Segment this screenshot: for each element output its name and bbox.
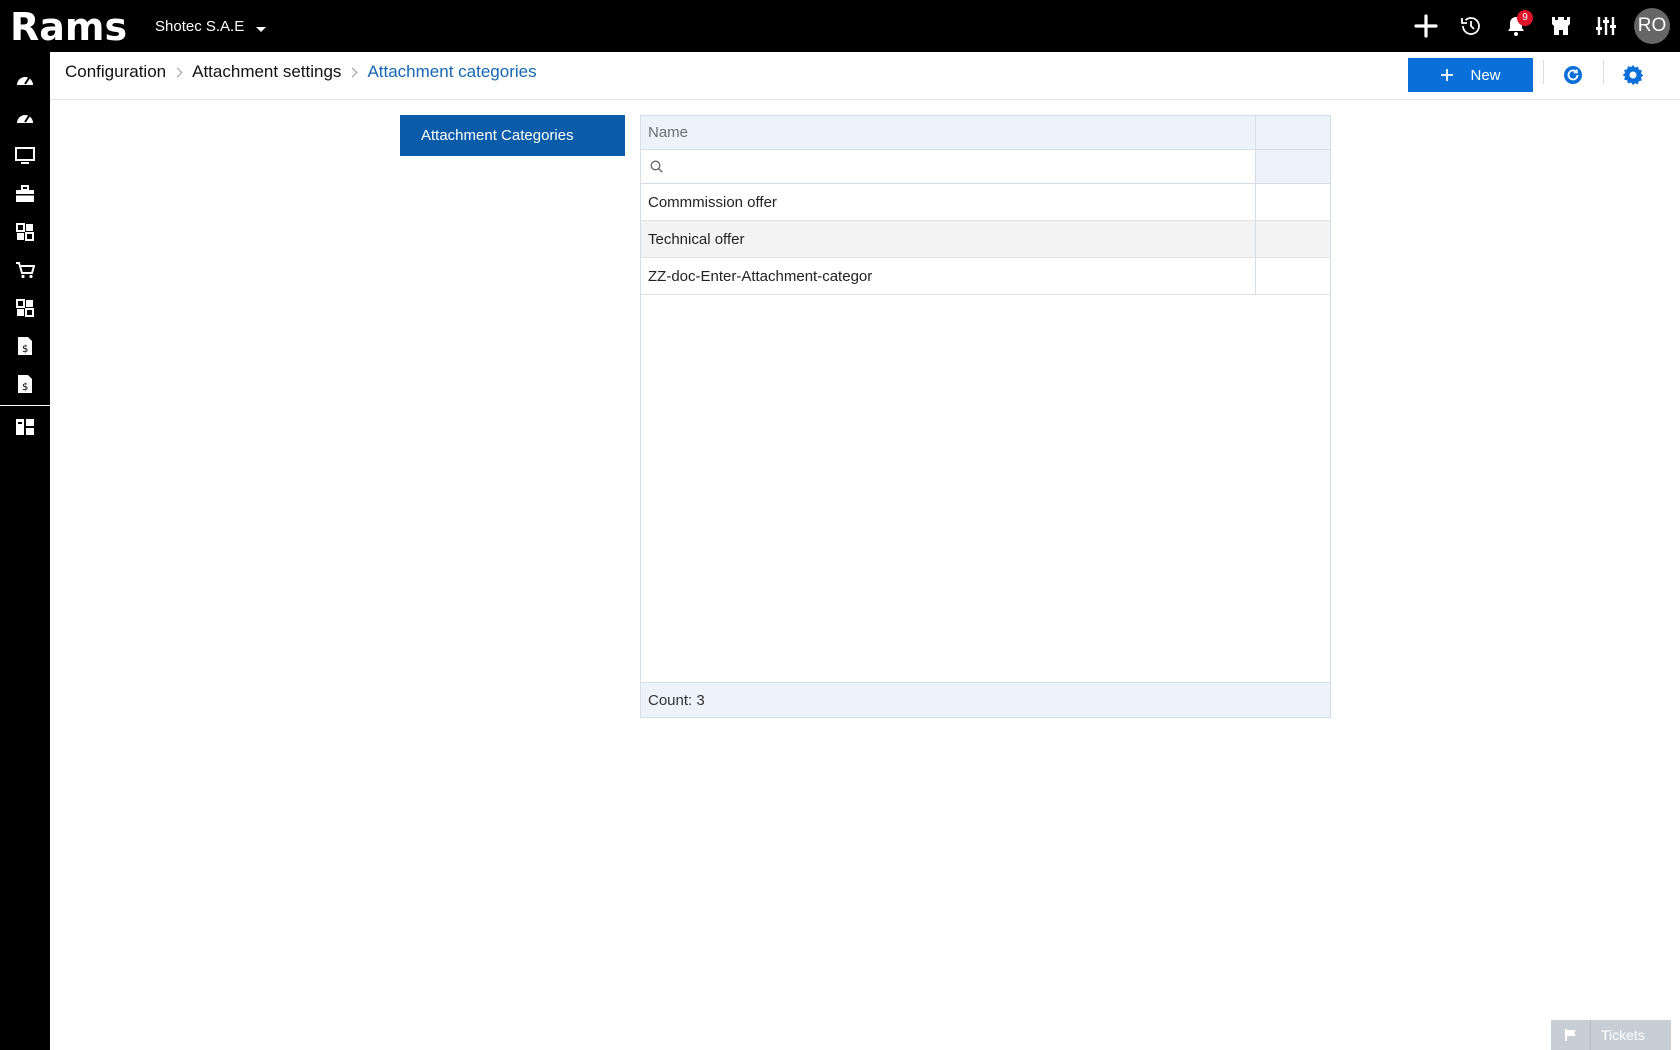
company-name: Shotec S.A.E bbox=[155, 18, 245, 35]
user-avatar[interactable]: RO bbox=[1634, 8, 1670, 44]
company-selector[interactable]: Shotec S.A.E bbox=[155, 18, 267, 35]
add-icon[interactable] bbox=[1403, 0, 1448, 52]
grid-empty-area bbox=[641, 295, 1330, 683]
invoice-icon[interactable]: $ bbox=[0, 327, 50, 365]
breadcrumb-attachment-categories: Attachment categories bbox=[367, 62, 537, 81]
cart-icon[interactable] bbox=[0, 251, 50, 289]
header-divider bbox=[1543, 60, 1544, 84]
monitor-icon[interactable] bbox=[0, 137, 50, 175]
grid-filter-row bbox=[641, 150, 1330, 184]
row-extra-cell bbox=[1256, 258, 1330, 294]
row-name: Commmission offer bbox=[641, 184, 1256, 220]
row-name: ZZ-doc-Enter-Attachment-categor bbox=[641, 258, 1256, 294]
grid-icon[interactable] bbox=[0, 289, 50, 327]
new-button-label: New bbox=[1470, 66, 1501, 84]
plus-icon bbox=[1441, 69, 1454, 81]
tickets-label: Tickets bbox=[1601, 1027, 1645, 1043]
grid-count: Count: 3 bbox=[641, 683, 1330, 717]
table-row[interactable]: Technical offer bbox=[641, 221, 1330, 258]
page-header: Configuration Attachment settings Attach… bbox=[50, 52, 1680, 100]
breadcrumb-attachment-settings[interactable]: Attachment settings bbox=[192, 62, 341, 82]
grid-header-row: Name bbox=[641, 116, 1330, 150]
notifications-bell-icon[interactable]: 9 bbox=[1493, 0, 1538, 52]
flag-icon bbox=[1551, 1020, 1591, 1050]
gear-icon[interactable] bbox=[1620, 62, 1646, 88]
table-row[interactable]: Commmission offer bbox=[641, 184, 1330, 221]
refresh-icon[interactable] bbox=[1560, 62, 1586, 88]
rams-logo[interactable]: Rams bbox=[10, 5, 132, 49]
chevron-right-icon bbox=[347, 67, 358, 77]
table-row[interactable]: ZZ-doc-Enter-Attachment-categor bbox=[641, 258, 1330, 295]
notifications-badge: 9 bbox=[1517, 10, 1533, 26]
modules-icon[interactable] bbox=[0, 408, 50, 446]
chevron-right-icon bbox=[172, 67, 183, 77]
attachment-categories-grid: Name Commmission offer Technical offer Z… bbox=[640, 115, 1331, 718]
column-header-extra bbox=[1256, 116, 1330, 149]
header-divider bbox=[1603, 60, 1604, 84]
search-icon bbox=[650, 160, 663, 173]
column-header-name[interactable]: Name bbox=[641, 116, 1256, 149]
filter-extra-cell bbox=[1256, 150, 1330, 183]
breadcrumb: Configuration Attachment settings Attach… bbox=[65, 62, 537, 82]
sliders-icon[interactable] bbox=[1583, 0, 1628, 52]
briefcase-icon[interactable] bbox=[0, 175, 50, 213]
sidebar-divider bbox=[0, 405, 50, 406]
row-extra-cell bbox=[1256, 184, 1330, 220]
grid-icon[interactable] bbox=[0, 213, 50, 251]
tickets-button[interactable]: Tickets bbox=[1551, 1020, 1671, 1050]
sidebar: $ $ bbox=[0, 52, 50, 1050]
row-extra-cell bbox=[1256, 221, 1330, 257]
chevron-down-icon bbox=[256, 26, 267, 32]
name-filter-input[interactable] bbox=[669, 151, 1249, 182]
tab-attachment-categories[interactable]: Attachment Categories bbox=[400, 115, 625, 156]
row-name: Technical offer bbox=[641, 221, 1256, 257]
svg-text:$: $ bbox=[22, 344, 28, 355]
dashboard-icon[interactable] bbox=[0, 61, 50, 99]
invoice-icon[interactable]: $ bbox=[0, 365, 50, 403]
svg-text:Rams: Rams bbox=[10, 6, 127, 46]
history-icon[interactable] bbox=[1448, 0, 1493, 52]
dashboard-icon[interactable] bbox=[0, 99, 50, 137]
filter-cell bbox=[641, 150, 1256, 183]
top-toolbar: 9 RO bbox=[1403, 0, 1680, 52]
new-button[interactable]: New bbox=[1408, 58, 1533, 92]
top-bar: Rams Shotec S.A.E 9 RO bbox=[0, 0, 1680, 52]
castle-icon[interactable] bbox=[1538, 0, 1583, 52]
svg-text:$: $ bbox=[22, 382, 28, 393]
breadcrumb-configuration[interactable]: Configuration bbox=[65, 62, 166, 82]
